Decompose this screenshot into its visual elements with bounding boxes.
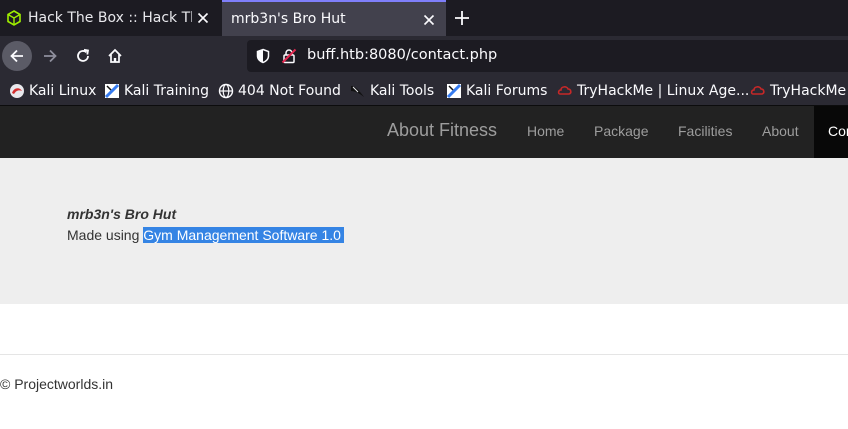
software-name-selected: Gym Management Software 1.0: [143, 227, 344, 243]
kali-training-icon: [104, 83, 120, 98]
bookmark-label: TryHackMe: [770, 82, 847, 99]
plus-icon: [455, 11, 469, 25]
forward-button[interactable]: [35, 41, 65, 71]
bookmark-label: Kali Forums: [466, 82, 548, 99]
kali-tools-icon: [351, 85, 364, 97]
tab-title: Hack The Box :: Hack The Box: [28, 10, 192, 26]
tab-strip: Hack The Box :: Hack The Box mrb3n's Bro…: [0, 0, 848, 36]
insecure-lock-icon[interactable]: [281, 48, 297, 64]
bookmark-label: 404 Not Found: [238, 82, 341, 99]
bookmark-label: TryHackMe | Linux Age...: [577, 82, 750, 99]
reload-button[interactable]: [68, 41, 98, 71]
home-button[interactable]: [100, 41, 130, 71]
tab-bro-hut[interactable]: mrb3n's Bro Hut: [222, 0, 446, 36]
globe-icon: [218, 83, 234, 98]
bookmark-kali-tools[interactable]: Kali Tools: [350, 76, 434, 105]
tryhackme-icon: [750, 85, 765, 95]
arrow-right-icon: [44, 49, 57, 63]
nav-link-contact[interactable]: Con: [814, 106, 848, 158]
bookmark-kali-forums[interactable]: Kali Forums: [446, 76, 547, 105]
bookmark-tryhackme[interactable]: TryHackMe: [750, 76, 846, 105]
tryhackme-icon: [557, 85, 572, 95]
reload-icon: [77, 48, 90, 62]
url-text[interactable]: buff.htb:8080/contact.php: [307, 47, 497, 63]
footer-copyright: © Projectworlds.in: [0, 376, 114, 392]
bookmarks-toolbar: Kali Linux Kali Training 404 Not Found K…: [0, 76, 848, 106]
bookmark-kali-linux[interactable]: Kali Linux: [9, 76, 96, 105]
kali-forums-icon: [446, 83, 462, 98]
bookmark-tryhackme-linux[interactable]: TryHackMe | Linux Age...: [557, 76, 749, 105]
bookmark-label: Kali Linux: [29, 82, 97, 99]
home-icon: [108, 48, 122, 63]
nav-link-contact-label: Con: [828, 123, 848, 139]
nav-link-about[interactable]: About: [762, 123, 799, 139]
tab-hack-the-box[interactable]: Hack The Box :: Hack The Box: [0, 0, 220, 36]
bookmark-kali-training[interactable]: Kali Training: [104, 76, 209, 105]
site-navbar: About Fitness Home Package Facilities Ab…: [0, 106, 848, 158]
new-tab-button[interactable]: [452, 8, 472, 28]
nav-link-package[interactable]: Package: [594, 123, 648, 139]
address-bar[interactable]: buff.htb:8080/contact.php: [247, 40, 848, 72]
bookmark-label: Kali Tools: [370, 82, 435, 99]
nav-link-facilities[interactable]: Facilities: [678, 123, 732, 139]
htb-cube-icon: [7, 10, 21, 26]
contact-section: mrb3n's Bro Hut Made using Gym Managemen…: [0, 158, 848, 304]
arrow-left-icon: [10, 49, 23, 63]
close-tab-icon[interactable]: [194, 9, 212, 27]
bookmark-label: Kali Training: [124, 82, 209, 99]
footer-divider: [0, 354, 848, 355]
bookmark-404-not-found[interactable]: 404 Not Found: [218, 76, 341, 105]
nav-link-home[interactable]: Home: [527, 123, 564, 139]
gym-name: mrb3n's Bro Hut: [67, 206, 177, 222]
navigation-toolbar: buff.htb:8080/contact.php: [0, 36, 848, 76]
site-brand-link[interactable]: About Fitness: [387, 120, 497, 141]
back-button[interactable]: [2, 41, 32, 71]
shield-icon[interactable]: [255, 48, 271, 64]
close-tab-icon[interactable]: [420, 11, 438, 29]
made-using-line: Made using Gym Management Software 1.0: [67, 227, 344, 243]
kali-dragon-icon: [10, 83, 24, 98]
tab-title: mrb3n's Bro Hut: [231, 11, 346, 27]
made-using-label: Made using: [67, 227, 140, 243]
